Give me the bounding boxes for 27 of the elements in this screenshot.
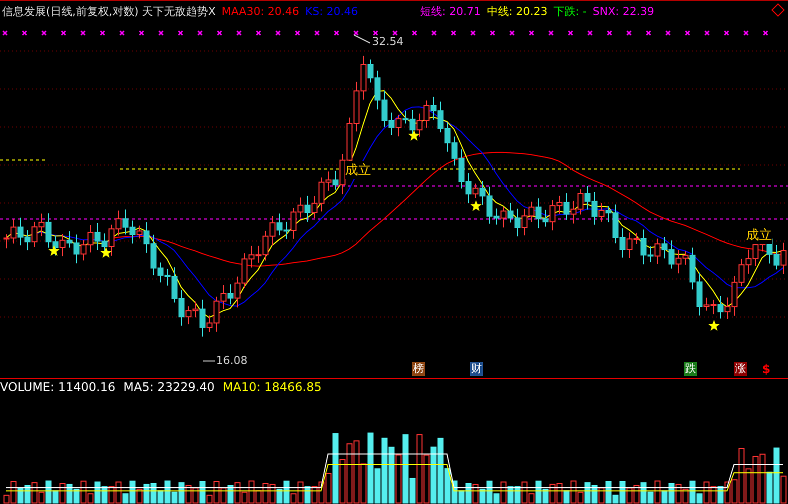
dollar-mark: $	[762, 362, 770, 376]
signal-badge: 涨	[734, 362, 747, 376]
star-icon	[48, 245, 60, 256]
high-price-label: 32.54	[372, 35, 404, 48]
star-icon	[408, 130, 420, 141]
chart-title: 信息发展(日线,前复权,对数) 天下无敌趋势X	[2, 4, 216, 18]
indicator-reading: MA5: 23229.40	[123, 380, 215, 394]
signal-badge: 财	[470, 362, 483, 376]
indicator-reading: 中线: 20.23	[486, 4, 548, 18]
indicator-reading: MAA30: 20.46	[222, 4, 300, 18]
indicator-reading: VOLUME: 11400.16	[0, 380, 116, 394]
diamond-icon	[771, 3, 785, 17]
low-price-label: 16.08	[216, 354, 248, 367]
star-icon	[708, 320, 720, 331]
indicator-reading: 下跌: -	[553, 4, 587, 18]
indicator-reading: MA10: 18466.85	[222, 380, 322, 394]
signal-badge: 榜	[412, 362, 425, 376]
indicator-reading: KS: 20.46	[305, 4, 358, 18]
star-icon	[470, 200, 482, 211]
star-icon	[100, 246, 112, 258]
leader-line	[202, 360, 216, 362]
signal-label: 成立	[746, 226, 772, 244]
indicator-reading: 短线: 20.71	[420, 4, 481, 18]
signal-label: 成立	[345, 161, 371, 179]
leader-line	[354, 34, 370, 44]
indicator-reading: SNX: 22.39	[592, 4, 654, 18]
signal-badge: 跌	[684, 362, 697, 376]
